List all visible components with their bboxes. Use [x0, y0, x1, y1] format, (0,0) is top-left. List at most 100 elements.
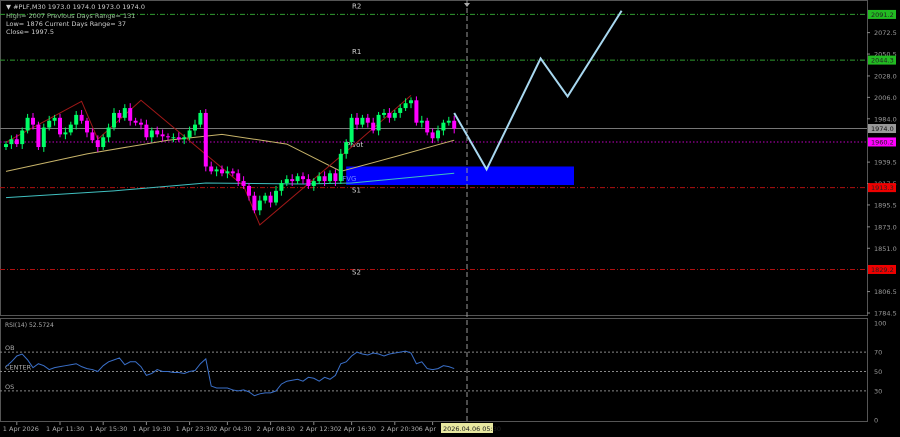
- candle-body: [311, 181, 316, 186]
- candle-body: [236, 173, 241, 182]
- candle-body: [365, 117, 370, 123]
- candle-body: [230, 171, 235, 174]
- rsi-level-label: OB: [5, 344, 15, 352]
- candle-body: [333, 173, 338, 182]
- candle-body: [220, 169, 224, 174]
- candle-body: [328, 173, 332, 182]
- candle-body: [225, 171, 230, 174]
- candle-body: [306, 179, 311, 186]
- price-level-badge-label: 2044.3: [871, 57, 894, 65]
- rsi-panel-frame: [0, 318, 868, 422]
- candle-body: [241, 181, 246, 186]
- candle-body: [63, 132, 68, 135]
- candle-body: [203, 112, 208, 167]
- trading-chart[interactable]: 2072.52050.52028.02006.01984.01939.51917…: [0, 0, 900, 437]
- rsi-level-label: CENTER: [5, 364, 32, 372]
- candle-body: [9, 139, 14, 145]
- candle-body: [452, 120, 457, 129]
- candle-body: [430, 132, 435, 139]
- candle-body: [441, 122, 446, 131]
- candle-body: [398, 108, 403, 113]
- rsi-tick-label: 50: [874, 368, 882, 376]
- candle-body: [214, 169, 219, 172]
- current-price-label: 1974.0: [871, 125, 894, 133]
- price-tick-label: 1939.5: [874, 159, 897, 167]
- price-tick-label: 1851.0: [874, 245, 897, 253]
- candle-body: [392, 112, 397, 118]
- price-level-badge-label: 1913.3: [871, 184, 894, 192]
- high-range-info: High= 2007 Previous Days Range= 131: [6, 12, 136, 20]
- candle-body: [371, 122, 376, 131]
- candle-body: [144, 124, 149, 138]
- close-info: Close= 1997.5: [6, 28, 54, 36]
- candle-body: [322, 176, 327, 182]
- candle-body: [387, 112, 392, 118]
- candle-body: [290, 179, 295, 182]
- candle-body: [4, 144, 8, 148]
- price-level-badge-label: 2091.2: [871, 11, 894, 19]
- candle-body: [257, 200, 262, 211]
- price-level-badge-label: 1829.2: [871, 266, 894, 274]
- time-tick-label: 2 Apr 04:30: [213, 425, 251, 433]
- candle-body: [36, 124, 41, 148]
- candle-body: [284, 179, 289, 184]
- candle-body: [139, 122, 143, 125]
- candle-body: [344, 142, 349, 154]
- candle-body: [41, 127, 46, 148]
- pivot-level-label: R1: [352, 48, 361, 56]
- candle-body: [128, 108, 133, 121]
- candle-body: [409, 100, 413, 104]
- candle-body: [187, 130, 192, 138]
- rsi-level-label: OS: [5, 383, 14, 391]
- candle-body: [414, 100, 419, 123]
- time-tick-label: 2 Apr 16:30: [338, 425, 376, 433]
- candle-body: [101, 137, 106, 148]
- price-projection-line: [453, 10, 623, 172]
- pivot-level-label: R2: [352, 2, 361, 10]
- price-tick-label: 2072.5: [874, 29, 897, 37]
- candle-body: [106, 127, 111, 138]
- candle-body: [160, 134, 165, 137]
- zigzag-line: [5, 95, 412, 226]
- rsi-tick-label: 70: [874, 349, 882, 357]
- candle-body: [446, 120, 451, 123]
- candle-body: [360, 117, 365, 125]
- candle-body: [436, 130, 440, 139]
- candle-body: [209, 166, 214, 172]
- shift-marker-icon: [464, 3, 470, 7]
- time-tick-label: 2 Apr 08:30: [257, 425, 295, 433]
- fvg-zone: [346, 166, 574, 185]
- candle-body: [68, 124, 73, 133]
- pivot-level-label: S2: [352, 268, 361, 276]
- price-level-badge-label: 1960.2: [871, 138, 894, 146]
- candle-body: [166, 136, 170, 138]
- candle-body: [376, 114, 381, 131]
- candle-body: [85, 120, 89, 133]
- price-tick-label: 2006.0: [874, 94, 897, 102]
- candle-body: [252, 195, 257, 211]
- candle-body: [14, 139, 19, 145]
- candle-body: [419, 120, 424, 123]
- candle-body: [193, 124, 197, 131]
- price-tick-label: 1895.5: [874, 201, 897, 209]
- pivot-level-label: S1: [352, 187, 361, 195]
- price-tick-label: 1984.0: [874, 115, 897, 123]
- candle-body: [279, 183, 284, 191]
- candle-body: [198, 112, 203, 125]
- price-tick-label: 1806.5: [874, 288, 897, 296]
- candle-body: [133, 120, 138, 123]
- rsi-tick-label: 0: [874, 417, 878, 425]
- price-tick-label: 1873.0: [874, 223, 897, 231]
- candle-body: [31, 117, 35, 125]
- price-tick-label: 2028.0: [874, 72, 897, 80]
- candle-body: [263, 195, 268, 201]
- cursor-time-label: 2026.04.06 05:30: [443, 425, 501, 433]
- time-tick-label: 1 Apr 19:30: [132, 425, 170, 433]
- rsi-tick-label: 30: [874, 387, 882, 395]
- price-tick-label: 1784.5: [874, 310, 897, 318]
- candle-body: [403, 103, 408, 109]
- price-panel-frame: [0, 0, 868, 316]
- candle-body: [117, 112, 122, 118]
- candle-body: [155, 130, 160, 135]
- rsi-tick-label: 100: [874, 320, 886, 328]
